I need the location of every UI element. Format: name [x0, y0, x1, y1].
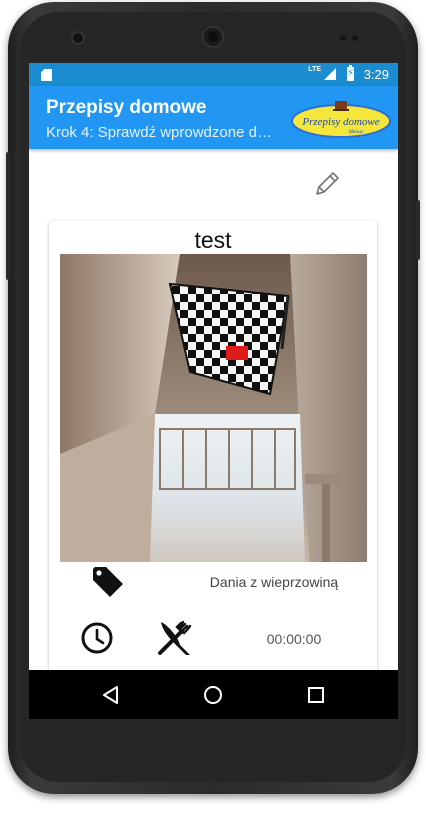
home-icon[interactable]: [200, 682, 226, 708]
proximity-sensor: [340, 35, 346, 41]
recipe-title: test: [194, 227, 232, 253]
logo-subtext: Matusz: [348, 130, 364, 135]
signal-icon: [324, 68, 336, 80]
recipe-time: 00:00:00: [266, 631, 322, 647]
fork-knife-icon: [158, 620, 192, 655]
app-title: Przepisy domowe: [46, 97, 207, 118]
status-bar: LTE ⚡ 3:29: [29, 63, 398, 86]
recipe-category: Dania z wieprzowiną: [209, 574, 339, 590]
pencil-icon[interactable]: [309, 168, 343, 202]
recipe-photo: [60, 254, 367, 562]
app-logo: Przepisy domowe Matusz: [291, 101, 391, 138]
logo-text: Przepisy domowe: [301, 116, 379, 128]
clock-icon: [81, 622, 113, 654]
network-type: LTE: [308, 66, 321, 73]
recents-icon[interactable]: [303, 682, 329, 708]
light-sensor: [352, 35, 358, 41]
app-bar: Przepisy domowe Krok 4: Sprawdź wprowdzo…: [29, 86, 398, 149]
navigation-bar: [29, 670, 398, 719]
battery-charging-icon: ⚡: [347, 65, 355, 81]
earpiece-speaker: [204, 28, 222, 46]
power-button: [416, 200, 420, 260]
front-camera: [73, 33, 83, 43]
screen: LTE ⚡ 3:29 Przepisy domowe Krok 4: Spraw…: [29, 63, 398, 719]
tag-icon: [93, 567, 123, 597]
sd-card-icon: [41, 69, 52, 81]
back-icon[interactable]: [98, 682, 124, 708]
status-time: 3:29: [363, 67, 389, 82]
app-subtitle: Krok 4: Sprawdź wprowdzone dane: [46, 124, 276, 141]
volume-button: [6, 152, 10, 280]
recipe-card[interactable]: test Dania z wieprzowiną 00:00:00: [49, 221, 377, 719]
